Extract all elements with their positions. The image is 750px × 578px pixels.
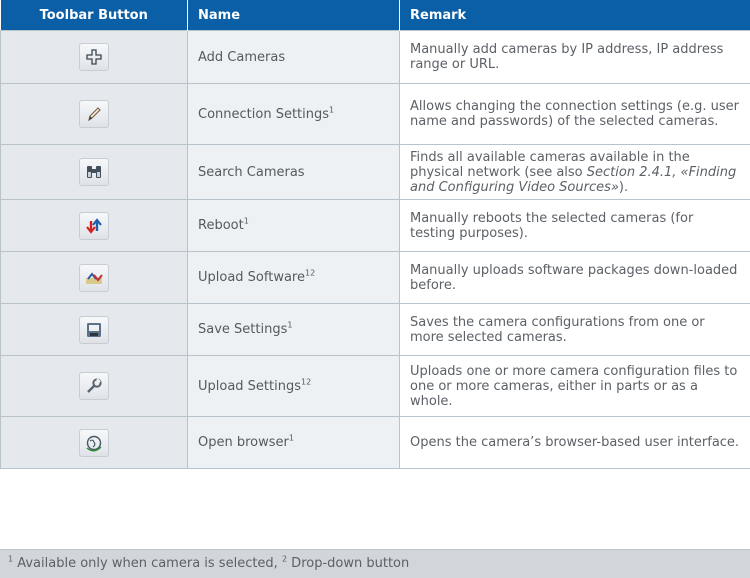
- row-name: Add Cameras: [198, 49, 286, 65]
- table-row: Save Settings1 Saves the camera configur…: [0, 303, 750, 356]
- row-name: Search Cameras: [198, 164, 305, 180]
- row-name: Reboot: [198, 218, 244, 233]
- footnote-marker: 12: [301, 377, 312, 387]
- wrench-icon: [87, 378, 102, 393]
- connection-settings-button[interactable]: [79, 100, 109, 128]
- row-remark: Opens the camera’s browser-based user in…: [399, 416, 750, 469]
- upload-software-icon: [86, 271, 103, 284]
- row-remark: Allows changing the connection settings …: [399, 83, 750, 145]
- table-row: Add Cameras Manually add cameras by IP a…: [0, 30, 750, 84]
- pencil-icon: [88, 107, 101, 122]
- row-name: Connection Settings: [198, 106, 330, 122]
- table-row: Open browser1 Opens the camera’s browser…: [0, 416, 750, 469]
- footnote-marker: 1: [288, 433, 294, 443]
- header-toolbar-button: Toolbar Button: [0, 0, 188, 31]
- search-cameras-button[interactable]: [79, 158, 109, 186]
- add-cameras-button[interactable]: [79, 43, 109, 71]
- footnote-marker: 1: [243, 216, 249, 226]
- table-row: Upload Settings12 Uploads one or more ca…: [0, 355, 750, 417]
- row-remark: Saves the camera configurations from one…: [399, 303, 750, 356]
- footnote-marker: 12: [305, 268, 316, 278]
- browser-icon: [86, 435, 102, 451]
- table-row: Connection Settings1 Allows changing the…: [0, 83, 750, 145]
- row-name: Open browser: [198, 435, 289, 450]
- row-remark: Finds all available cameras available in…: [399, 144, 750, 200]
- row-name: Upload Software: [198, 270, 305, 285]
- table-footnote: 1 Available only when camera is selected…: [0, 549, 750, 578]
- open-browser-button[interactable]: [79, 428, 109, 457]
- table-row: Upload Software12 Manually uploads softw…: [0, 251, 750, 304]
- footnote-marker: 1: [329, 105, 335, 115]
- reboot-button[interactable]: [79, 211, 109, 240]
- table-row: Reboot1 Manually reboots the selected ca…: [0, 199, 750, 252]
- row-remark: Manually add cameras by IP address, IP a…: [399, 30, 750, 84]
- save-settings-button[interactable]: [79, 315, 109, 344]
- table-header-row: Toolbar Button Name Remark: [0, 0, 750, 31]
- header-remark: Remark: [399, 0, 750, 31]
- save-icon: [87, 322, 101, 337]
- footnote-marker: 1: [287, 320, 293, 330]
- table-row: Search Cameras Finds all available camer…: [0, 144, 750, 200]
- add-icon: [86, 49, 102, 65]
- row-remark: Manually uploads software packages down-…: [399, 251, 750, 304]
- row-remark: Uploads one or more camera configuration…: [399, 355, 750, 417]
- reboot-icon: [86, 217, 102, 234]
- row-remark: Manually reboots the selected cameras (f…: [399, 199, 750, 252]
- upload-settings-button[interactable]: [79, 372, 109, 400]
- binoculars-icon: [87, 166, 101, 178]
- upload-software-button[interactable]: [79, 263, 109, 292]
- row-name: Upload Settings: [198, 378, 302, 394]
- row-name: Save Settings: [198, 322, 288, 337]
- toolbar-buttons-table: Toolbar Button Name Remark Add Cameras M…: [0, 0, 750, 469]
- header-name: Name: [187, 0, 400, 31]
